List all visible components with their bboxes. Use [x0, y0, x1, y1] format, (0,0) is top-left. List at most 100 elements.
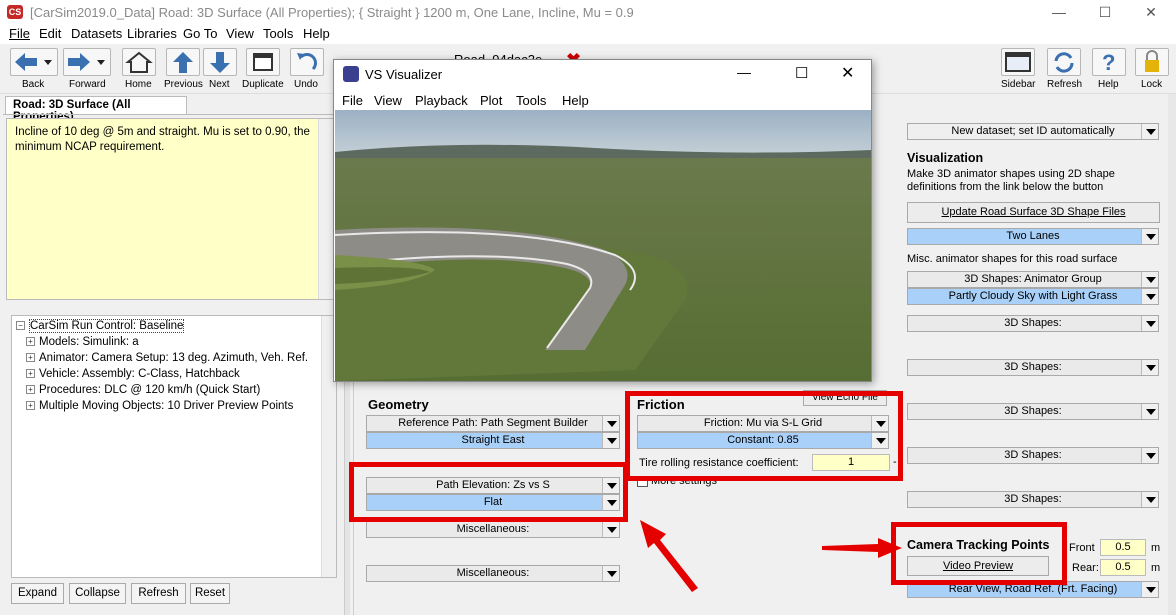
menu-file[interactable]: File [9, 26, 30, 41]
chevron-down-icon[interactable] [602, 433, 619, 448]
chevron-down-icon[interactable] [1141, 229, 1158, 244]
highlight-friction [625, 391, 903, 481]
vis-menu-file[interactable]: File [342, 93, 363, 108]
expand-icon[interactable]: + [26, 385, 35, 395]
notes-field[interactable]: Incline of 10 deg @ 5m and straight. Mu … [6, 118, 334, 300]
menu-view[interactable]: View [226, 26, 254, 41]
shapes-label: 3D Shapes: [1004, 449, 1062, 461]
chevron-down-icon[interactable] [1141, 316, 1158, 331]
back-arrow-icon [15, 53, 52, 71]
ref-path-value[interactable]: Straight East [366, 432, 620, 449]
shapes-group-dropdown[interactable]: 3D Shapes: Animator Group [907, 271, 1159, 288]
minimize-icon[interactable]: — [1036, 0, 1082, 25]
tree-root[interactable]: − CarSim Run Control: Baseline [16, 318, 332, 334]
maximize-icon[interactable]: ☐ [1082, 0, 1128, 25]
tree-item[interactable]: + Animator: Camera Setup: 13 deg. Azimuth… [16, 350, 332, 366]
menu-goto[interactable]: Go To [183, 26, 217, 41]
misc-label-1: Miscellaneous: [456, 523, 530, 535]
vis-menu-help[interactable]: Help [562, 93, 589, 108]
chevron-down-icon[interactable] [1141, 360, 1158, 375]
duplicate-button[interactable] [246, 48, 280, 76]
vis-menu-playback[interactable]: Playback [415, 93, 468, 108]
refresh-button[interactable] [1047, 48, 1081, 76]
shapes-dropdown-4[interactable]: 3D Shapes: [907, 447, 1159, 464]
menu-datasets[interactable]: Datasets [71, 26, 122, 41]
menu-bar: File Edit Datasets Libraries Go To View … [0, 25, 1176, 44]
up-arrow-icon [173, 52, 193, 73]
collapse-button[interactable]: Collapse [69, 583, 126, 604]
chevron-down-icon[interactable] [1141, 289, 1158, 304]
tree-item[interactable]: + Vehicle: Assembly: C-Class, Hatchback [16, 366, 332, 382]
tab-road-3d-surface[interactable]: Road: 3D Surface (All Properties) [5, 96, 187, 123]
two-lanes-dropdown[interactable]: Two Lanes [907, 228, 1159, 245]
vis-maximize-icon[interactable]: ☐ [795, 64, 808, 82]
home-button[interactable] [122, 48, 156, 76]
new-dataset-dropdown[interactable]: New dataset; set ID automatically [907, 123, 1159, 140]
shapes-dropdown-3[interactable]: 3D Shapes: [907, 403, 1159, 420]
previous-button[interactable] [166, 48, 200, 76]
shapes-label: 3D Shapes: [1004, 493, 1062, 505]
menu-tools[interactable]: Tools [263, 26, 293, 41]
rear-input[interactable]: 0.5 [1100, 559, 1146, 576]
shapes-label: 3D Shapes: [1004, 361, 1062, 373]
duplicate-label: Duplicate [242, 79, 284, 90]
vis-minimize-icon[interactable]: — [737, 64, 751, 80]
misc-shapes-label: Misc. animator shapes for this road surf… [907, 253, 1118, 265]
3d-scene-viewport[interactable] [335, 110, 871, 381]
tree-item[interactable]: + Models: Simulink: a [16, 334, 332, 350]
menu-help[interactable]: Help [303, 26, 330, 41]
shapes-group-label: 3D Shapes: Animator Group [964, 273, 1102, 285]
ref-path-dropdown[interactable]: Reference Path: Path Segment Builder [366, 415, 620, 432]
chevron-down-icon[interactable] [602, 416, 619, 431]
tree-item-label: Multiple Moving Objects: 10 Driver Previ… [39, 400, 294, 412]
tree-item[interactable]: + Procedures: DLC @ 120 km/h (Quick Start… [16, 382, 332, 398]
chevron-down-icon[interactable] [1141, 404, 1158, 419]
chevron-down-icon[interactable] [1141, 582, 1158, 597]
tree-item[interactable]: + Multiple Moving Objects: 10 Driver Prev… [16, 398, 332, 414]
sidebar-button[interactable] [1001, 48, 1035, 76]
front-input[interactable]: 0.5 [1100, 539, 1146, 556]
undo-button[interactable] [290, 48, 324, 76]
vis-menu-tools[interactable]: Tools [516, 93, 546, 108]
expand-icon[interactable]: + [26, 353, 35, 363]
vis-menu-plot[interactable]: Plot [480, 93, 502, 108]
close-icon[interactable]: ✕ [1128, 0, 1174, 25]
road-scene-image [335, 110, 871, 381]
chevron-down-icon[interactable] [1141, 448, 1158, 463]
chevron-down-icon[interactable] [1141, 124, 1158, 139]
svg-text:?: ? [1102, 50, 1115, 75]
expand-icon[interactable]: + [26, 369, 35, 379]
update-road-surface-button[interactable]: Update Road Surface 3D Shape Files [907, 202, 1160, 223]
misc-dropdown-1[interactable]: Miscellaneous: [366, 521, 620, 538]
collapse-icon[interactable]: − [16, 321, 25, 331]
shapes-dropdown-1[interactable]: 3D Shapes: [907, 315, 1159, 332]
notes-scrollbar[interactable] [318, 119, 333, 299]
next-button[interactable] [203, 48, 237, 76]
visualizer-app-icon [343, 66, 359, 82]
menu-libraries[interactable]: Libraries [127, 26, 177, 41]
chevron-down-icon[interactable] [1141, 272, 1158, 287]
lock-button[interactable] [1135, 48, 1169, 76]
forward-button[interactable] [63, 48, 111, 76]
undo-icon [297, 53, 317, 71]
expand-button[interactable]: Expand [11, 583, 64, 604]
chevron-down-icon[interactable] [602, 566, 619, 581]
vis-close-icon[interactable]: ✕ [841, 63, 854, 83]
reset-button[interactable]: Reset [190, 583, 230, 604]
expand-icon[interactable]: + [26, 337, 35, 347]
refresh-tree-button[interactable]: Refresh [131, 583, 186, 604]
menu-edit[interactable]: Edit [39, 26, 61, 41]
misc-dropdown-2[interactable]: Miscellaneous: [366, 565, 620, 582]
rear-unit: m [1151, 562, 1161, 574]
shapes-dropdown-2[interactable]: 3D Shapes: [907, 359, 1159, 376]
chevron-down-icon[interactable] [602, 522, 619, 537]
vis-menu-view[interactable]: View [374, 93, 402, 108]
right-scrollbar[interactable] [1168, 94, 1176, 615]
expand-icon[interactable]: + [26, 401, 35, 411]
back-button[interactable] [10, 48, 58, 76]
sky-dropdown[interactable]: Partly Cloudy Sky with Light Grass [907, 288, 1159, 305]
chevron-down-icon[interactable] [1141, 492, 1158, 507]
rear-label: Rear: [1072, 562, 1099, 574]
help-button[interactable]: ? [1092, 48, 1126, 76]
shapes-dropdown-5[interactable]: 3D Shapes: [907, 491, 1159, 508]
